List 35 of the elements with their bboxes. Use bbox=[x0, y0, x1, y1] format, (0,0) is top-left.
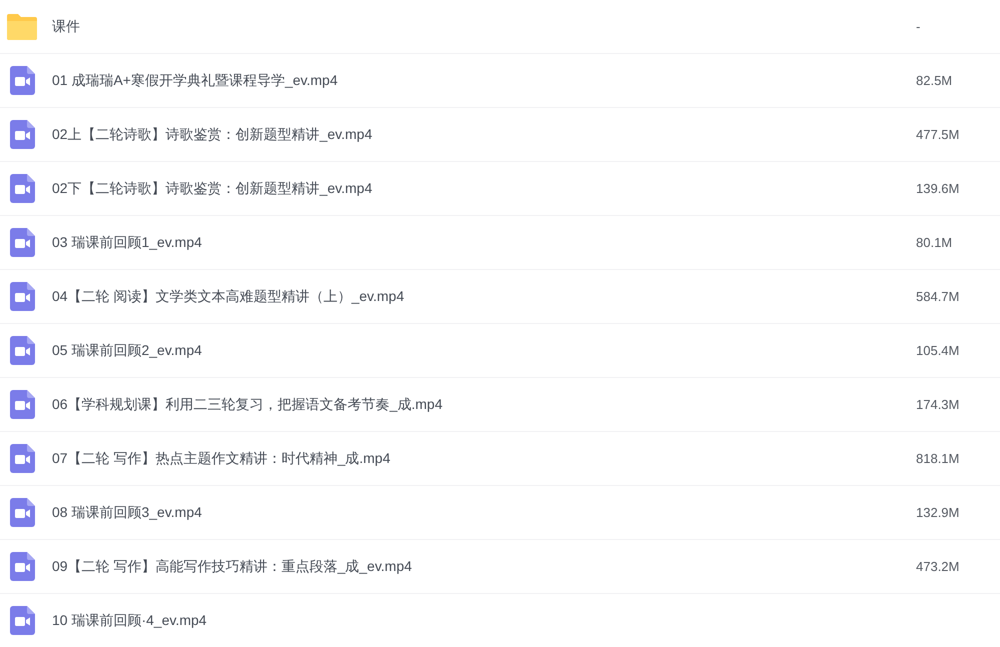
video-file-icon bbox=[10, 552, 34, 581]
file-size: 473.2M bbox=[916, 559, 960, 574]
file-name[interactable]: 04【二轮 阅读】文学类文本高难题型精讲（上）_ev.mp4 bbox=[52, 288, 404, 306]
folder-name[interactable]: 课件 bbox=[52, 18, 80, 36]
video-file-icon bbox=[10, 606, 34, 635]
file-size: 818.1M bbox=[916, 451, 960, 466]
video-file-icon bbox=[10, 120, 34, 149]
file-size: 174.3M bbox=[916, 397, 960, 412]
video-file-icon bbox=[10, 228, 34, 257]
file-name[interactable]: 02下【二轮诗歌】诗歌鉴赏：创新题型精讲_ev.mp4 bbox=[52, 180, 372, 198]
file-name[interactable]: 10 瑞课前回顾·4_ev.mp4 bbox=[52, 612, 207, 630]
file-size: 139.6M bbox=[916, 181, 960, 196]
file-name[interactable]: 06【学科规划课】利用二三轮复习，把握语文备考节奏_成.mp4 bbox=[52, 396, 442, 414]
file-name[interactable]: 05 瑞课前回顾2_ev.mp4 bbox=[52, 342, 202, 360]
video-file-icon bbox=[10, 174, 34, 203]
file-size: 80.1M bbox=[916, 235, 952, 250]
file-size: 105.4M bbox=[916, 343, 960, 358]
file-name[interactable]: 03 瑞课前回顾1_ev.mp4 bbox=[52, 234, 202, 252]
file-name[interactable]: 09【二轮 写作】高能写作技巧精讲：重点段落_成_ev.mp4 bbox=[52, 558, 412, 576]
file-name[interactable]: 01 成瑞瑞A+寒假开学典礼暨课程导学_ev.mp4 bbox=[52, 72, 338, 90]
video-file-icon bbox=[10, 66, 34, 95]
video-file-icon bbox=[10, 336, 34, 365]
file-size: 132.9M bbox=[916, 505, 960, 520]
file-size: 584.7M bbox=[916, 289, 960, 304]
video-file-icon bbox=[10, 390, 34, 419]
video-file-icon bbox=[10, 282, 34, 311]
folder-icon bbox=[7, 14, 37, 40]
file-size: - bbox=[916, 19, 920, 34]
file-size: 82.5M bbox=[916, 73, 952, 88]
file-size: 477.5M bbox=[916, 127, 960, 142]
file-name[interactable]: 02上【二轮诗歌】诗歌鉴赏：创新题型精讲_ev.mp4 bbox=[52, 126, 372, 144]
file-name[interactable]: 08 瑞课前回顾3_ev.mp4 bbox=[52, 504, 202, 522]
file-name[interactable]: 07【二轮 写作】热点主题作文精讲：时代精神_成.mp4 bbox=[52, 450, 390, 468]
video-file-icon bbox=[10, 498, 34, 527]
video-file-icon bbox=[10, 444, 34, 473]
